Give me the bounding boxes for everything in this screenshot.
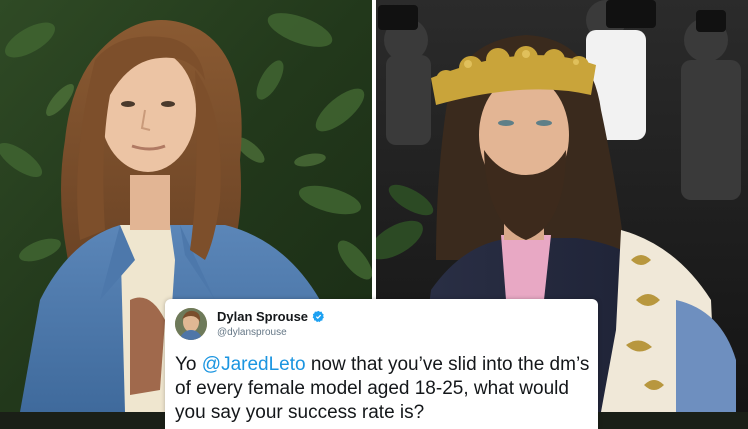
tweet-card[interactable]: Dylan Sprouse @dylansprouse Yo @JaredLet… xyxy=(165,299,598,429)
display-name-text[interactable]: Dylan Sprouse xyxy=(217,309,308,324)
tweet-display-name[interactable]: Dylan Sprouse xyxy=(217,309,325,324)
avatar[interactable] xyxy=(175,308,207,340)
tweet-text-start: Yo xyxy=(175,354,202,375)
tweet-handle[interactable]: @dylansprouse xyxy=(217,327,287,338)
tweet-mention-link[interactable]: @JaredLeto xyxy=(202,354,306,375)
verified-badge-icon xyxy=(312,310,324,323)
tweet-text: Yo @JaredLeto now that you’ve slid into … xyxy=(175,353,593,425)
